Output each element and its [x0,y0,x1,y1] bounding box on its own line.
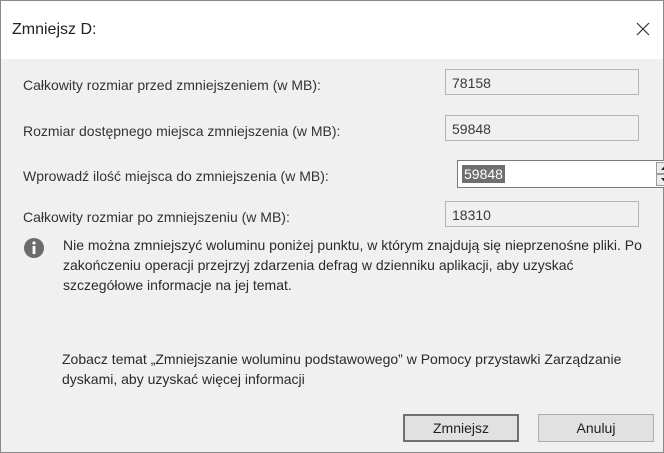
close-icon [636,22,650,36]
dialog-title: Zmniejsz D: [12,21,97,38]
total-after-label: Całkowity rozmiar po zmniejszeniu (w MB)… [23,209,290,225]
total-before-label: Całkowity rozmiar przed zmniejszeniem (w… [23,77,321,93]
title-bar: Zmniejsz D: [1,1,663,59]
spin-up-button[interactable] [656,162,664,174]
enter-amount-row: Wprowadź ilość miejsca do zmniejszenia (… [23,160,664,190]
total-before-row: Całkowity rozmiar przed zmniejszeniem (w… [23,69,663,99]
total-after-field: 18310 [445,201,639,227]
cancel-button[interactable]: Anuluj [538,414,654,442]
info-icon [24,238,44,258]
available-label: Rozmiar dostępnego miejsca zmniejszenia … [23,123,341,139]
shrink-amount-spinbox[interactable]: 59848 [457,160,664,188]
total-before-field: 78158 [445,69,639,95]
shrink-amount-input[interactable]: 59848 [462,165,505,183]
enter-amount-label: Wprowadź ilość miejsca do zmniejszenia (… [23,168,329,184]
spin-down-button[interactable] [656,174,664,186]
close-button[interactable] [623,11,663,47]
total-after-row: Całkowity rozmiar po zmniejszeniu (w MB)… [23,201,663,231]
info-text: Nie można zmniejszyć woluminu poniżej pu… [63,237,642,293]
shrink-dialog: Zmniejsz D: Całkowity rozmiar przed zmni… [0,0,664,453]
shrink-button[interactable]: Zmniejsz [403,414,519,442]
available-field: 59848 [445,115,639,141]
help-text: Zobacz temat „Zmniejszanie woluminu pods… [62,351,622,387]
available-row: Rozmiar dostępnego miejsca zmniejszenia … [23,115,663,145]
